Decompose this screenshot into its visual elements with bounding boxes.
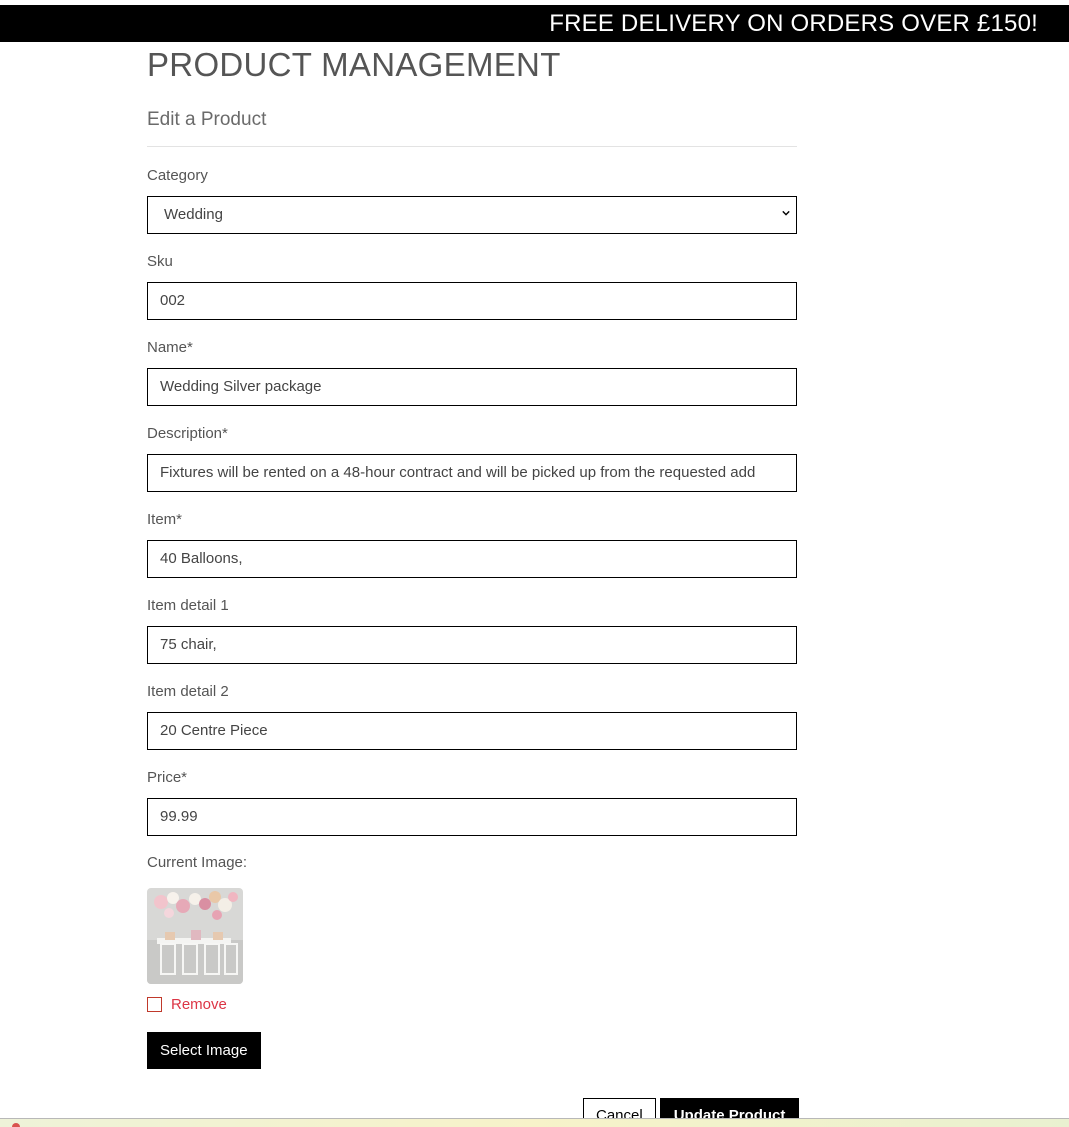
- category-select[interactable]: Wedding: [147, 196, 797, 234]
- price-label: Price*: [147, 769, 188, 786]
- item-detail-1-input[interactable]: 75 chair,: [147, 626, 797, 664]
- item-label: Item*: [147, 511, 183, 528]
- sku-group: Sku 002: [147, 252, 797, 320]
- product-image: [147, 888, 243, 984]
- category-group: Category Wedding: [147, 166, 797, 234]
- status-dot-icon: [12, 1123, 20, 1127]
- category-label: Category: [147, 167, 208, 184]
- item-detail-1-label: Item detail 1: [147, 597, 229, 614]
- divider: [147, 146, 797, 147]
- product-form-container: PRODUCT MANAGEMENT Edit a Product Catego…: [147, 42, 797, 1069]
- sku-input[interactable]: 002: [147, 282, 797, 320]
- price-group: Price* 99.99: [147, 768, 797, 836]
- price-input[interactable]: 99.99: [147, 798, 797, 836]
- item-detail-2-group: Item detail 2 20 Centre Piece: [147, 682, 797, 750]
- free-delivery-banner: FREE DELIVERY ON ORDERS OVER £150!: [0, 5, 1069, 42]
- name-input[interactable]: Wedding Silver package: [147, 368, 797, 406]
- chevron-down-icon: [782, 210, 790, 216]
- category-selected-value: Wedding: [164, 206, 223, 223]
- description-input[interactable]: Fixtures will be rented on a 48-hour con…: [147, 454, 797, 492]
- page-title: PRODUCT MANAGEMENT: [147, 46, 561, 83]
- bottom-edge-bar: [0, 1118, 1069, 1127]
- remove-image-checkbox[interactable]: [147, 996, 162, 1012]
- remove-image-label[interactable]: Remove: [171, 996, 227, 1013]
- item-input[interactable]: 40 Balloons,: [147, 540, 797, 578]
- item-detail-2-input[interactable]: 20 Centre Piece: [147, 712, 797, 750]
- remove-image-row: Remove: [147, 995, 797, 1013]
- item-detail-1-group: Item detail 1 75 chair,: [147, 596, 797, 664]
- select-image-button[interactable]: Select Image: [147, 1032, 261, 1069]
- item-detail-2-label: Item detail 2: [147, 683, 229, 700]
- current-image-thumbnail[interactable]: [147, 888, 243, 984]
- name-group: Name* Wedding Silver package: [147, 338, 797, 406]
- name-label: Name*: [147, 339, 193, 356]
- item-group: Item* 40 Balloons,: [147, 510, 797, 578]
- description-label: Description*: [147, 425, 228, 442]
- current-image-label: Current Image:: [147, 854, 248, 871]
- description-group: Description* Fixtures will be rented on …: [147, 424, 797, 492]
- sku-label: Sku: [147, 253, 173, 270]
- page-subtitle: Edit a Product: [147, 109, 267, 130]
